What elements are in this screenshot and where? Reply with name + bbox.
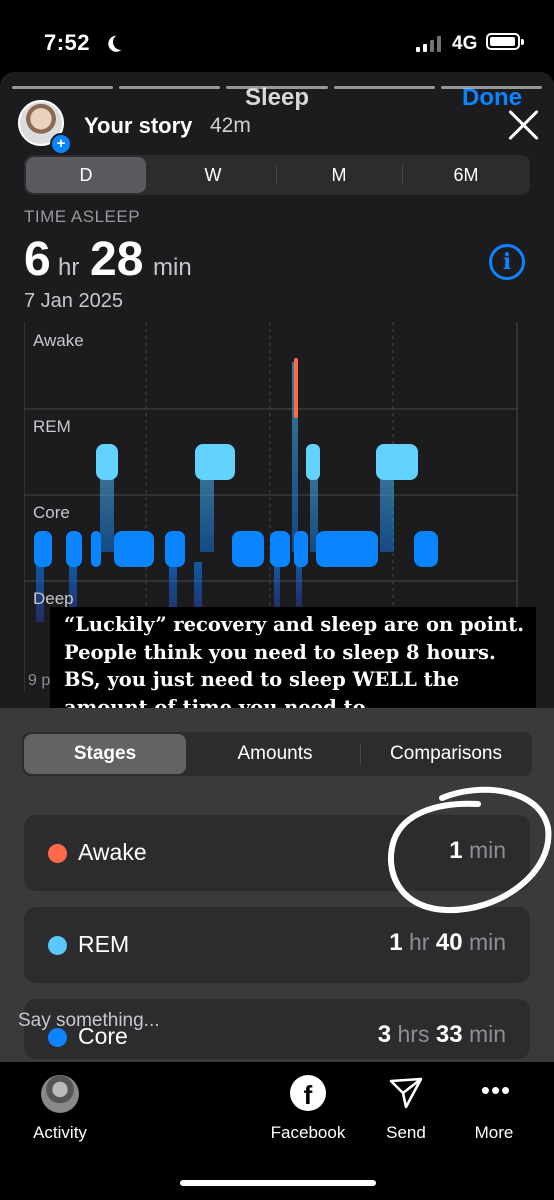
more-button[interactable]: More	[444, 1123, 544, 1143]
rem-segment	[96, 444, 118, 480]
core-segment	[165, 531, 185, 567]
status-time: 7:52	[44, 30, 91, 55]
core-segment	[232, 531, 264, 567]
home-indicator[interactable]	[180, 1180, 376, 1186]
period-selector: D W M 6M	[24, 155, 530, 195]
activity-avatar[interactable]	[41, 1075, 79, 1113]
rem-segment	[306, 444, 320, 480]
period-d[interactable]: D	[26, 157, 146, 193]
story-age: 42m	[210, 114, 251, 137]
core-segment	[270, 531, 290, 567]
time-asleep-label: TIME ASLEEP	[24, 207, 141, 226]
stage-label-core: Core	[33, 503, 70, 522]
view-tabs: Stages Amounts Comparisons	[22, 732, 532, 776]
core-segment	[34, 531, 52, 567]
send-button[interactable]: Send	[356, 1123, 456, 1143]
minutes-value: 28	[90, 233, 144, 286]
stage-duration: 3 hrs 33 min	[377, 1021, 506, 1048]
battery-icon	[486, 33, 524, 50]
period-w[interactable]: W	[150, 155, 276, 195]
stage-label-rem: REM	[33, 417, 71, 436]
activity-button[interactable]: Activity	[10, 1123, 110, 1143]
tab-amounts[interactable]: Amounts	[190, 732, 360, 776]
stage-label-awake: Awake	[33, 331, 84, 350]
rem-segment	[195, 444, 235, 480]
stage-name: REM	[78, 931, 130, 957]
hours-unit: hr	[58, 254, 80, 281]
core-segment	[316, 531, 378, 567]
minutes-unit: min	[153, 254, 192, 281]
core-segment	[414, 531, 438, 567]
more-icon[interactable]: •••	[478, 1077, 514, 1103]
awake-dot-icon	[48, 844, 67, 863]
awake-segment	[294, 358, 298, 418]
moon-icon	[111, 32, 132, 53]
facebook-icon[interactable]: f	[290, 1075, 326, 1111]
reply-input[interactable]: Say something...	[18, 1010, 160, 1032]
close-icon[interactable]	[506, 108, 540, 142]
hours-value: 6	[24, 233, 51, 286]
stage-transition	[274, 562, 280, 612]
period-6m[interactable]: 6M	[402, 155, 530, 195]
tab-stages[interactable]: Stages	[24, 734, 186, 774]
core-segment	[91, 531, 101, 567]
date-label: 7 Jan 2025	[24, 290, 123, 312]
stage-name: Awake	[78, 839, 147, 865]
story-name[interactable]: Your story	[84, 113, 192, 139]
rem-segment	[376, 444, 418, 480]
add-story-icon[interactable]: +	[50, 133, 72, 155]
facebook-button[interactable]: Facebook	[258, 1123, 358, 1143]
story-progress	[12, 86, 543, 89]
hand-drawn-circle	[387, 786, 552, 914]
core-segment	[114, 531, 154, 567]
core-segment	[66, 531, 82, 567]
send-icon[interactable]	[388, 1075, 424, 1111]
network-type: 4G	[452, 33, 478, 54]
info-icon[interactable]: i	[489, 244, 525, 280]
stage-label-deep: Deep	[33, 589, 74, 608]
period-m[interactable]: M	[276, 155, 402, 195]
stage-duration: 1 hr 40 min	[389, 929, 506, 956]
signal-icon	[416, 36, 442, 52]
x-tick-label: 9 p	[28, 672, 50, 689]
rem-dot-icon	[48, 936, 67, 955]
tab-comparisons[interactable]: Comparisons	[360, 732, 532, 776]
stage-transition	[296, 562, 302, 607]
core-segment	[294, 531, 308, 567]
